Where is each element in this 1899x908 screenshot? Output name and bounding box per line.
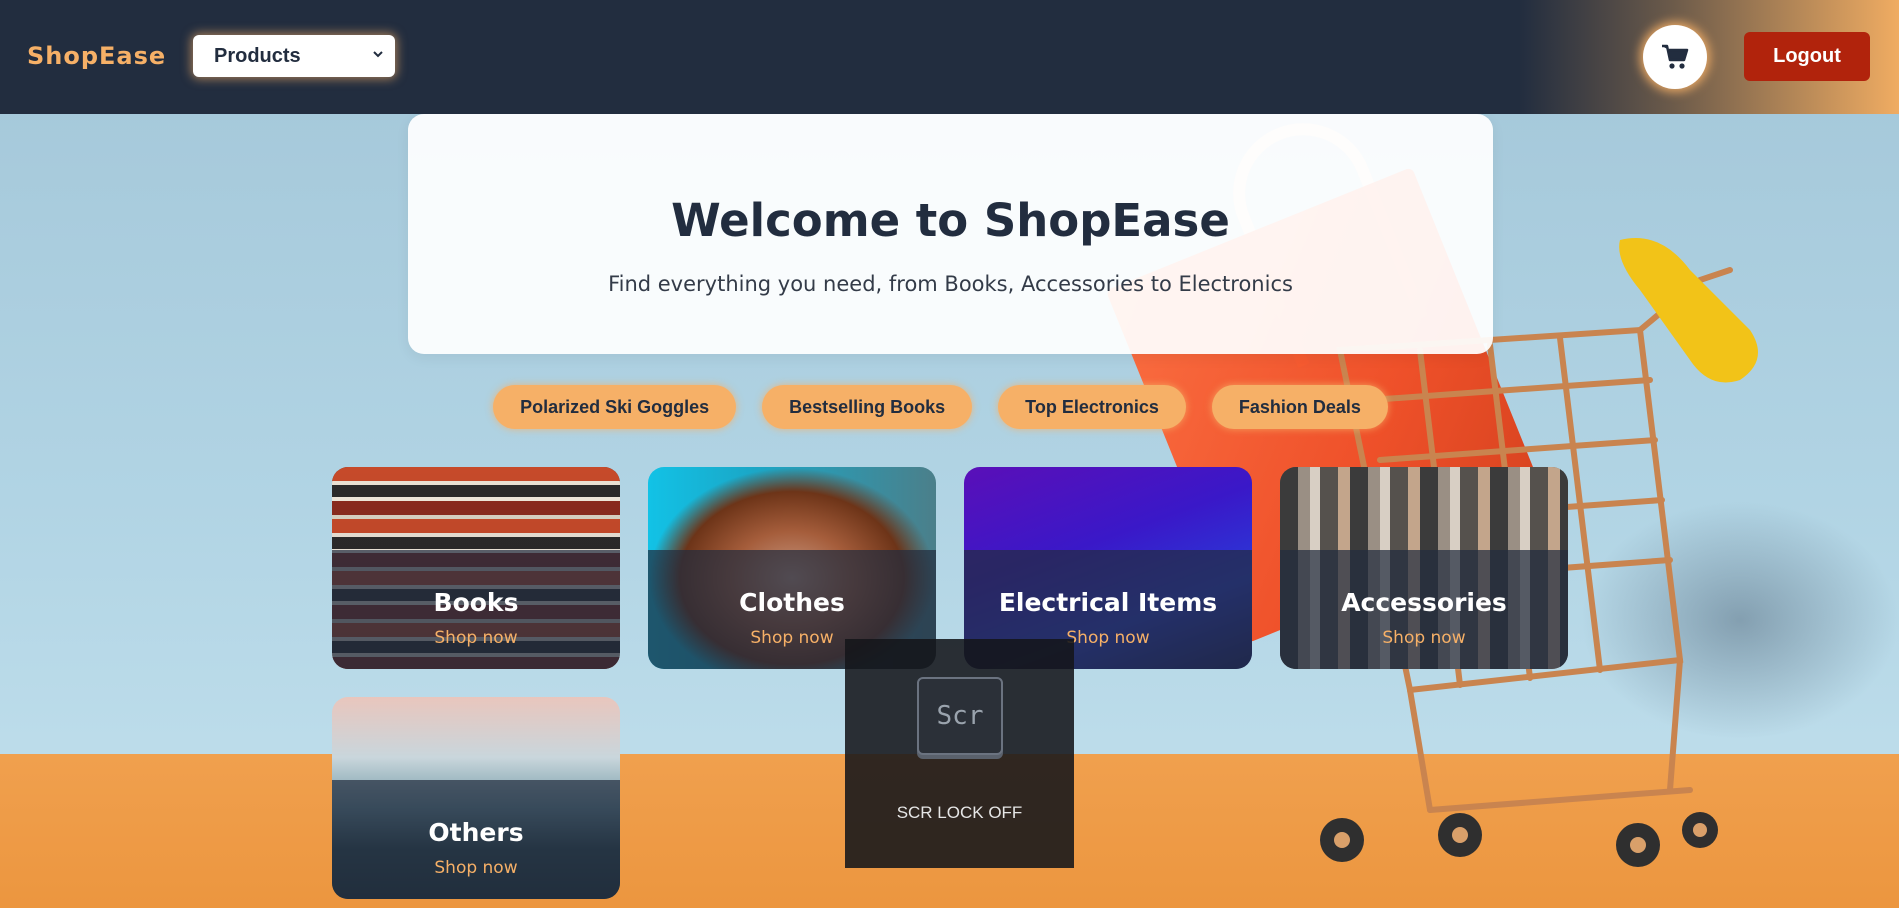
logout-button[interactable]: Logout [1744,32,1870,81]
category-card-books[interactable]: Books Shop now [332,467,620,669]
category-card-accessories[interactable]: Accessories Shop now [1280,467,1568,669]
chip-fashion-deals[interactable]: Fashion Deals [1211,385,1388,429]
brand-logo[interactable]: ShopEase [27,42,166,70]
chip-bestselling-books[interactable]: Bestselling Books [762,385,973,429]
scroll-lock-status: SCR LOCK OFF [896,803,1023,822]
shop-now-link[interactable]: Shop now [1280,628,1568,648]
welcome-panel: Welcome to ShopEase Find everything you … [408,114,1493,354]
quick-links: Polarized Ski Goggles Bestselling Books … [0,385,1899,429]
navbar: ShopEase Products Logout [0,0,1899,114]
chip-polarized-ski-goggles[interactable]: Polarized Ski Goggles [493,385,737,429]
card-title: Accessories [1341,588,1507,617]
page-title: Welcome to ShopEase [671,194,1230,247]
chevron-down-icon [373,51,383,58]
card-title: Electrical Items [998,588,1218,617]
shopping-cart-icon [1662,44,1689,69]
card-overlay: Books Shop now [332,550,620,669]
shop-now-link[interactable]: Shop now [332,858,620,878]
chip-top-electronics[interactable]: Top Electronics [998,385,1186,429]
scroll-lock-key-icon: Scr [917,677,1003,755]
category-select[interactable]: Products [193,35,395,77]
cart-button[interactable] [1643,25,1707,89]
category-select-value: Products [214,44,301,67]
card-title: Clothes [739,588,845,617]
card-title: Others [428,818,524,847]
card-overlay: Others Shop now [332,780,620,899]
scroll-lock-indicator: Scr SCR LOCK OFF [845,639,1074,868]
card-title: Books [433,588,519,617]
shop-now-link[interactable]: Shop now [332,628,620,648]
page-subtitle: Find everything you need, from Books, Ac… [608,272,1293,296]
card-overlay: Accessories Shop now [1280,550,1568,669]
category-card-others[interactable]: Others Shop now [332,697,620,899]
